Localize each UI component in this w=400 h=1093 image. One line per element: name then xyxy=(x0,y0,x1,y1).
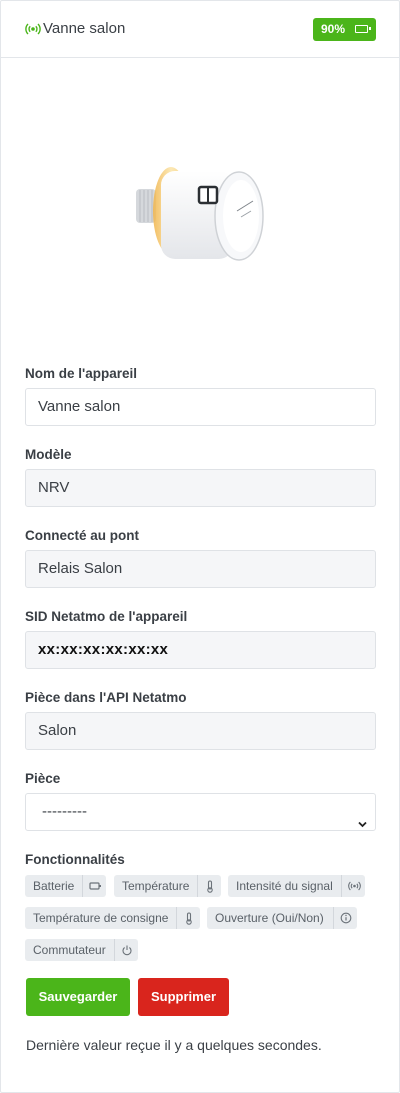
battery-percent: 90% xyxy=(321,22,346,36)
thermostatic-valve-image xyxy=(131,161,271,271)
features-label: Fonctionnalités xyxy=(25,852,125,867)
room-select[interactable]: --------- xyxy=(25,793,376,831)
feature-chip-battery: Batterie xyxy=(25,875,106,897)
save-button[interactable]: Sauvegarder xyxy=(26,978,130,1016)
feature-chip-setpoint: Température de consigne xyxy=(25,907,200,929)
room-label: Pièce xyxy=(25,771,61,786)
room-select-value: --------- xyxy=(42,803,87,820)
last-value-text: Dernière valeur reçue il y a quelques se… xyxy=(26,1037,322,1053)
sid-field: xx:xx:xx:xx:xx:xx xyxy=(25,631,376,669)
thermometer-icon xyxy=(197,875,221,897)
power-icon xyxy=(114,939,138,961)
device-card: Vanne salon 90% Nom de l'appareil Vanne … xyxy=(0,0,400,1093)
signal-icon xyxy=(25,22,41,36)
battery-icon xyxy=(82,875,106,897)
card-header: Vanne salon 90% xyxy=(1,1,399,58)
feature-chip-temperature: Température xyxy=(114,875,221,897)
device-name-label: Nom de l'appareil xyxy=(25,366,137,381)
battery-icon xyxy=(355,25,371,33)
bridge-field: Relais Salon xyxy=(25,550,376,588)
delete-button[interactable]: Supprimer xyxy=(138,978,229,1016)
sid-label: SID Netatmo de l'appareil xyxy=(25,609,188,624)
chevron-down-icon xyxy=(358,807,367,828)
api-room-field: Salon xyxy=(25,712,376,750)
signal-icon xyxy=(341,875,365,897)
feature-chip-opening: Ouverture (Oui/Non) xyxy=(207,907,357,929)
device-title: Vanne salon xyxy=(43,20,126,37)
bridge-label: Connecté au pont xyxy=(25,528,139,543)
device-name-input[interactable]: Vanne salon xyxy=(25,388,376,426)
battery-badge: 90% xyxy=(313,18,376,41)
model-label: Modèle xyxy=(25,447,72,462)
feature-chip-switch: Commutateur xyxy=(25,939,138,961)
model-field: NRV xyxy=(25,469,376,507)
api-room-label: Pièce dans l'API Netatmo xyxy=(25,690,187,705)
thermometer-icon xyxy=(176,907,200,929)
info-icon xyxy=(333,907,357,929)
feature-chip-signal: Intensité du signal xyxy=(228,875,365,897)
